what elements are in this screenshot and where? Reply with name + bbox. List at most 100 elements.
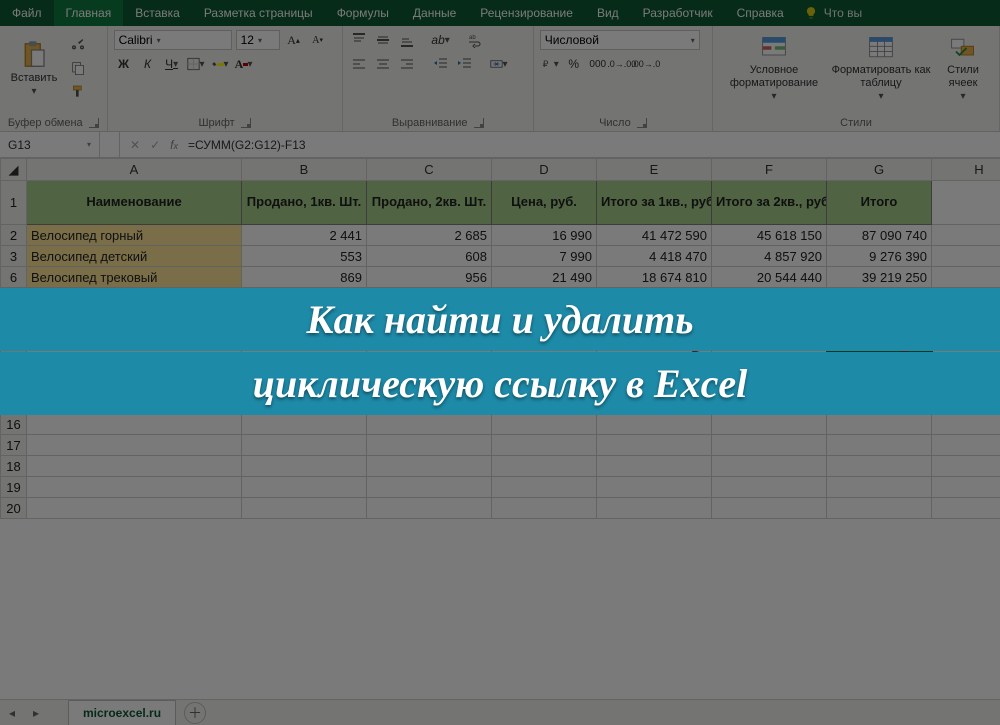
format-as-table-button[interactable]: Форматировать как таблицу▾ (829, 30, 933, 106)
rowhdr[interactable]: 2 (1, 225, 27, 246)
align-launcher[interactable] (474, 118, 484, 128)
cell[interactable] (712, 498, 827, 519)
cell[interactable] (27, 456, 242, 477)
incr-dec-button[interactable]: .0→.00 (612, 54, 632, 74)
fx-icon[interactable]: fx (170, 138, 178, 152)
cell[interactable] (242, 435, 367, 456)
cell[interactable]: 4 418 470 (597, 246, 712, 267)
cell[interactable] (712, 435, 827, 456)
header-cell[interactable]: Итого за 2кв., руб. (712, 181, 827, 225)
colhdr-A[interactable]: A (27, 159, 242, 181)
align-center-button[interactable] (373, 54, 393, 74)
rowhdr[interactable]: 18 (1, 456, 27, 477)
cell[interactable]: 16 990 (492, 225, 597, 246)
menu-review[interactable]: Рецензирование (468, 0, 585, 26)
cell[interactable] (492, 477, 597, 498)
cell[interactable] (932, 267, 1000, 288)
align-bot-button[interactable] (397, 30, 417, 50)
cell[interactable]: 41 472 590 (597, 225, 712, 246)
cell[interactable] (242, 498, 367, 519)
cell[interactable]: 4 857 920 (712, 246, 827, 267)
cell[interactable] (827, 435, 932, 456)
colhdr-F[interactable]: F (712, 159, 827, 181)
menu-insert[interactable]: Вставка (123, 0, 192, 26)
percent-button[interactable]: % (564, 54, 584, 74)
cell[interactable] (932, 181, 1000, 225)
underline-button[interactable]: Ч ▾ (162, 54, 182, 74)
colhdr-H[interactable]: H (932, 159, 1000, 181)
cell[interactable] (367, 435, 492, 456)
menu-pagelayout[interactable]: Разметка страницы (192, 0, 325, 26)
colhdr-D[interactable]: D (492, 159, 597, 181)
cell[interactable] (932, 477, 1000, 498)
cell[interactable] (932, 435, 1000, 456)
accounting-button[interactable]: ₽▾ (540, 54, 560, 74)
cell[interactable] (932, 246, 1000, 267)
tab-nav-next[interactable]: ▸ (24, 706, 48, 720)
clipboard-launcher[interactable] (89, 118, 99, 128)
cell[interactable] (492, 456, 597, 477)
decr-dec-button[interactable]: .00→.0 (636, 54, 656, 74)
menu-home[interactable]: Главная (54, 0, 124, 26)
select-all-corner[interactable]: ◢ (1, 159, 27, 181)
dedent-button[interactable] (431, 54, 451, 74)
menu-help[interactable]: Справка (725, 0, 796, 26)
cell[interactable] (932, 225, 1000, 246)
cell[interactable] (712, 477, 827, 498)
cell[interactable]: 869 (242, 267, 367, 288)
font-size-select[interactable]: 12▾ (236, 30, 280, 50)
cell[interactable]: 18 674 810 (597, 267, 712, 288)
fill-button[interactable]: ▾ (210, 54, 230, 74)
copy-button[interactable] (68, 58, 88, 78)
wrap-text-button[interactable]: ab (465, 30, 485, 50)
cell[interactable] (597, 435, 712, 456)
cell[interactable] (367, 498, 492, 519)
formatpainter-button[interactable] (68, 82, 88, 102)
cell[interactable]: Велосипед горный (27, 225, 242, 246)
cell[interactable] (827, 477, 932, 498)
cell[interactable] (932, 414, 1000, 435)
colhdr-C[interactable]: C (367, 159, 492, 181)
conditional-formatting-button[interactable]: Условное форматирование▾ (719, 30, 829, 106)
italic-button[interactable]: К (138, 54, 158, 74)
incr-font-button[interactable]: A▴ (284, 30, 304, 50)
cut-button[interactable] (68, 34, 88, 54)
cell[interactable] (932, 456, 1000, 477)
header-cell[interactable]: Продано, 1кв. Шт. (242, 181, 367, 225)
cell[interactable]: Велосипед детский (27, 246, 242, 267)
cell[interactable]: 21 490 (492, 267, 597, 288)
menu-formulas[interactable]: Формулы (325, 0, 401, 26)
rowhdr[interactable]: 3 (1, 246, 27, 267)
cell[interactable]: 956 (367, 267, 492, 288)
header-cell[interactable]: Цена, руб. (492, 181, 597, 225)
number-format-select[interactable]: Числовой▾ (540, 30, 700, 50)
menu-dev[interactable]: Разработчик (631, 0, 725, 26)
cell[interactable]: 39 219 250 (827, 267, 932, 288)
cell[interactable] (712, 456, 827, 477)
fontcolor-button[interactable]: А▾ (234, 54, 254, 74)
border-button[interactable]: ▾ (186, 54, 206, 74)
align-top-button[interactable] (349, 30, 369, 50)
cell[interactable] (597, 456, 712, 477)
cell[interactable] (367, 414, 492, 435)
cell[interactable] (27, 477, 242, 498)
cell[interactable] (27, 414, 242, 435)
cell[interactable] (242, 414, 367, 435)
cell[interactable]: 608 (367, 246, 492, 267)
header-cell[interactable]: Итого за 1кв., руб. (597, 181, 712, 225)
rowhdr[interactable]: 17 (1, 435, 27, 456)
cell[interactable] (492, 414, 597, 435)
cell[interactable] (492, 435, 597, 456)
menu-file[interactable]: Файл (0, 0, 54, 26)
paste-button[interactable]: Вставить ▾ (6, 30, 62, 106)
merge-button[interactable]: ▾ (489, 54, 509, 74)
colhdr-E[interactable]: E (597, 159, 712, 181)
header-cell[interactable]: Продано, 2кв. Шт. (367, 181, 492, 225)
cell[interactable] (367, 477, 492, 498)
align-right-button[interactable] (397, 54, 417, 74)
cell[interactable]: 9 276 390 (827, 246, 932, 267)
rowhdr[interactable]: 1 (1, 181, 27, 225)
name-box[interactable]: G13▾ (0, 132, 100, 157)
cell-styles-button[interactable]: Стили ячеек▾ (933, 30, 993, 106)
cell[interactable]: Велосипед трековый (27, 267, 242, 288)
